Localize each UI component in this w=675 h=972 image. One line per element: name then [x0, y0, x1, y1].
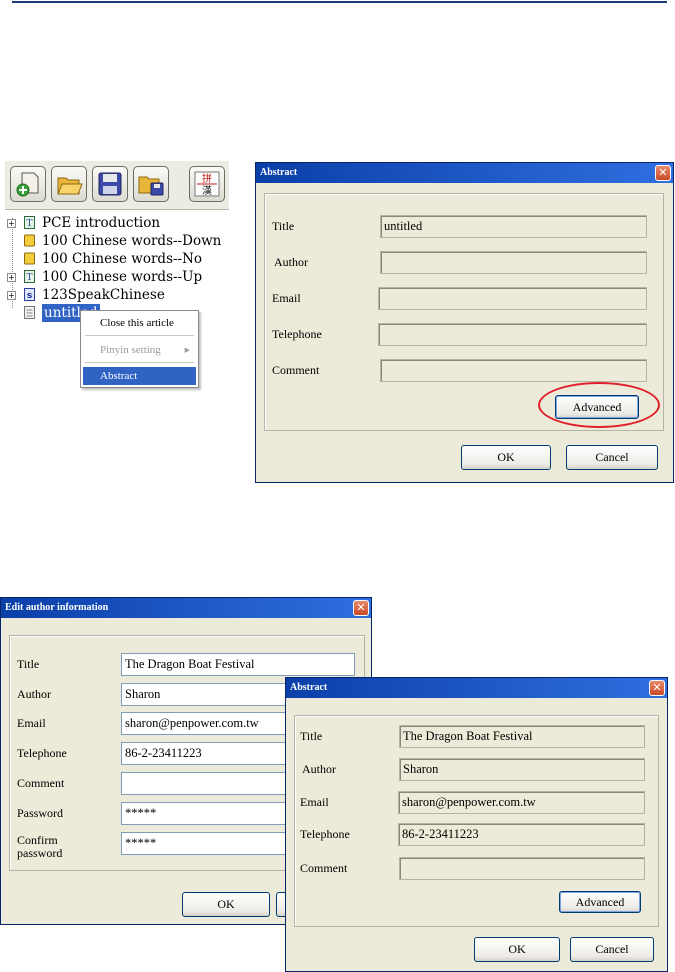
cancel-button[interactable]: Cancel	[570, 937, 654, 962]
highlight-circle	[538, 382, 660, 428]
tree-item-label: 100 Chinese words--Up	[42, 269, 203, 285]
telephone-label: Telephone	[272, 327, 322, 341]
comment-label: Comment	[17, 776, 65, 790]
pinyin-hanzi-button[interactable]: 拼 漢	[189, 166, 225, 202]
dialog-title: Abstract	[286, 678, 667, 698]
pinyin-glyph: 拼	[202, 172, 212, 185]
title-field[interactable]: The Dragon Boat Festival	[121, 653, 355, 676]
author-label: Author	[302, 762, 336, 776]
pinyin-hanzi-icon: 拼 漢	[194, 171, 220, 197]
comment-field[interactable]	[380, 359, 647, 382]
tree-item-label: 100 Chinese words--No	[42, 251, 203, 267]
new-article-button[interactable]	[10, 166, 46, 202]
menu-item-label: Pinyin setting	[100, 344, 161, 356]
lesson-icon	[24, 234, 35, 247]
menu-separator	[85, 335, 194, 336]
author-label: Author	[17, 687, 51, 701]
lesson-icon	[24, 252, 35, 265]
svg-text:T: T	[26, 273, 32, 283]
email-field[interactable]: sharon@penpower.com.tw	[398, 791, 645, 814]
submenu-arrow-icon: ▶	[184, 346, 190, 354]
text-doc-icon: T	[24, 216, 35, 229]
tree-item-chinese-words-no[interactable]: 100 Chinese words--No	[5, 250, 225, 268]
tree-item-123speakchinese[interactable]: + s 123SpeakChinese	[5, 286, 225, 304]
telephone-field[interactable]: 86-2-23411223	[398, 823, 645, 846]
expand-toggle[interactable]: +	[7, 291, 16, 300]
tree-item-label: 123SpeakChinese	[42, 287, 165, 303]
hanzi-glyph: 漢	[202, 184, 212, 197]
toolbar: 拼 漢	[5, 161, 229, 210]
open-button[interactable]	[51, 166, 87, 202]
abstract-dialog-top: Abstract ✕ Title untitled Author Email T…	[255, 162, 674, 483]
telephone-field[interactable]	[378, 323, 647, 346]
cancel-button[interactable]: Cancel	[566, 445, 658, 470]
save-as-button[interactable]	[133, 166, 169, 202]
tree-item-chinese-words-down[interactable]: 100 Chinese words--Down	[5, 232, 225, 250]
dialog-title: Edit author information	[1, 598, 371, 618]
author-label: Author	[274, 255, 308, 269]
save-as-folder-icon	[138, 176, 164, 196]
expand-toggle[interactable]: +	[7, 219, 16, 228]
new-article-icon	[16, 172, 39, 197]
text-doc-icon: T	[24, 270, 35, 283]
author-field[interactable]	[380, 251, 647, 274]
comment-label: Comment	[272, 363, 320, 377]
email-label: Email	[300, 795, 329, 809]
context-menu: Close this article Pinyin setting ▶ Abst…	[80, 310, 199, 388]
tree-item-chinese-words-up[interactable]: + T 100 Chinese words--Up	[5, 268, 225, 286]
email-label: Email	[17, 716, 46, 730]
comment-label: Comment	[300, 861, 348, 875]
title-field[interactable]: untitled	[380, 215, 647, 238]
close-icon[interactable]: ✕	[353, 600, 369, 616]
menu-item-abstract[interactable]: Abstract	[83, 367, 196, 385]
open-folder-icon	[57, 177, 83, 195]
dialog-title: Abstract	[256, 163, 673, 183]
tree-item-label: 100 Chinese words--Down	[42, 233, 222, 249]
menu-item-close-article[interactable]: Close this article	[83, 314, 196, 332]
tree-item-label: PCE introduction	[42, 215, 161, 231]
confirm-label-line: password	[17, 846, 63, 860]
menu-separator	[85, 362, 194, 363]
ok-button[interactable]: OK	[182, 892, 270, 917]
save-button[interactable]	[92, 166, 128, 202]
ok-button[interactable]: OK	[461, 445, 551, 470]
comment-field[interactable]	[399, 857, 645, 880]
title-field[interactable]: The Dragon Boat Festival	[399, 725, 645, 748]
close-icon[interactable]: ✕	[649, 680, 665, 696]
telephone-label: Telephone	[17, 746, 67, 760]
svg-text:s: s	[27, 291, 32, 301]
blank-doc-icon	[24, 306, 35, 319]
tree-item-pce-introduction[interactable]: + T PCE introduction	[5, 214, 225, 232]
email-label: Email	[272, 291, 301, 305]
speak-icon: s	[24, 288, 35, 301]
telephone-label: Telephone	[300, 827, 350, 841]
abstract-dialog-bottom: Abstract ✕ Title The Dragon Boat Festiva…	[285, 677, 668, 972]
menu-item-pinyin-setting[interactable]: Pinyin setting ▶	[83, 341, 196, 359]
title-label: Title	[300, 729, 323, 743]
title-label: Title	[17, 657, 40, 671]
header-rule	[12, 1, 667, 3]
close-icon[interactable]: ✕	[655, 165, 671, 181]
author-field[interactable]: Sharon	[399, 758, 645, 781]
title-label: Title	[272, 219, 295, 233]
email-field[interactable]	[378, 287, 647, 310]
ok-button[interactable]: OK	[474, 937, 560, 962]
password-label: Password	[17, 806, 64, 820]
expand-toggle[interactable]: +	[7, 273, 16, 282]
advanced-button[interactable]: Advanced	[559, 891, 641, 913]
confirm-password-label: Confirm password	[17, 834, 62, 860]
save-icon	[98, 172, 122, 196]
svg-text:T: T	[26, 219, 32, 229]
